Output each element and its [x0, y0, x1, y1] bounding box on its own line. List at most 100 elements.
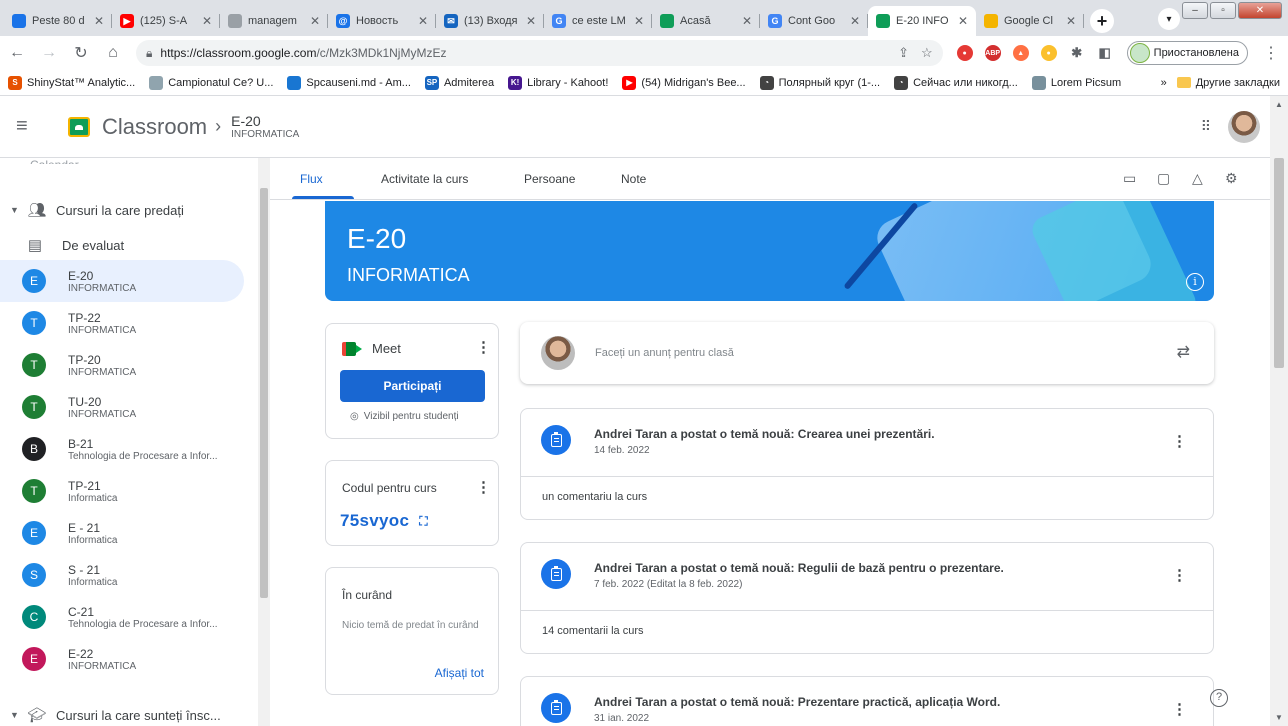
- browser-tab[interactable]: G Cont Goo ✕: [760, 6, 868, 36]
- back-icon[interactable]: ←: [8, 44, 26, 62]
- view-all-link[interactable]: Afișați tot: [435, 666, 484, 680]
- stream-post[interactable]: Andrei Taran a postat o temă nouă: Preze…: [520, 676, 1214, 726]
- main-menu-icon[interactable]: ≡: [16, 115, 40, 138]
- minimize-icon[interactable]: –: [1182, 2, 1208, 19]
- classroom-logo-icon[interactable]: [68, 116, 90, 137]
- extensions-puzzle-icon[interactable]: ✱: [1069, 45, 1085, 61]
- fullscreen-icon[interactable]: ⛶: [419, 514, 428, 529]
- browser-tab[interactable]: Peste 80 d ✕: [4, 6, 112, 36]
- tab-classwork[interactable]: Activitate la curs: [381, 172, 468, 186]
- google-apps-icon[interactable]: ⠿: [1201, 118, 1211, 135]
- sidebar-course-item[interactable]: SS - 21 Informatica: [0, 554, 244, 596]
- sidebar-course-item[interactable]: T TP-20 INFORMATICA: [0, 344, 244, 386]
- browser-tab[interactable]: managem ✕: [220, 6, 328, 36]
- more-options-icon[interactable]: ⋮: [476, 338, 491, 356]
- bookmark-item[interactable]: ◔ Сейчас или никогд...: [894, 75, 1018, 90]
- url-input[interactable]: 🔒︎ https://classroom.google.com/c/Mzk3MD…: [136, 40, 943, 66]
- sidebar-course-item[interactable]: E E-22 INFORMATICA: [0, 638, 244, 680]
- sidebar-item-to-review[interactable]: ▤ De evaluat: [0, 228, 244, 262]
- more-options-icon[interactable]: ⋮: [476, 478, 491, 496]
- bookmark-item[interactable]: SP Admiterea: [424, 75, 494, 90]
- browser-tab[interactable]: ✉ (13) Входя ✕: [436, 6, 544, 36]
- sidebar-section-teaching[interactable]: ▼ 👥︎ Cursuri la care predați: [0, 193, 244, 227]
- tab-close-icon[interactable]: ✕: [742, 14, 752, 28]
- tab-grades[interactable]: Note: [621, 172, 646, 186]
- class-comments-link[interactable]: 14 comentarii la curs: [542, 625, 644, 637]
- stream-post[interactable]: Andrei Taran a postat o temă nouă: Regul…: [520, 542, 1214, 654]
- page-scroll-thumb[interactable]: [1274, 158, 1284, 368]
- info-icon[interactable]: i: [1186, 273, 1204, 291]
- bookmark-item[interactable]: Spcauseni.md - Am...: [287, 75, 411, 90]
- scroll-down-icon[interactable]: ▼: [1275, 713, 1283, 722]
- page-scrollbar[interactable]: ▲ ▼: [1270, 96, 1288, 726]
- tab-close-icon[interactable]: ✕: [850, 14, 860, 28]
- browser-tab-active[interactable]: E-20 INFO ✕: [868, 6, 976, 36]
- join-meet-button[interactable]: Participați: [340, 370, 485, 402]
- tab-close-icon[interactable]: ✕: [418, 14, 428, 28]
- app-title[interactable]: Classroom: [102, 114, 207, 140]
- browser-tab[interactable]: ▶ (125) S-A ✕: [112, 6, 220, 36]
- sidebar-course-item[interactable]: T TU-20 INFORMATICA: [0, 386, 244, 428]
- sidebar-course-item[interactable]: B B-21 Tehnologia de Procesare a Infor...: [0, 428, 244, 470]
- browser-menu-icon[interactable]: ⋮: [1262, 43, 1280, 63]
- browser-tab[interactable]: Gce este LM ✕: [544, 6, 652, 36]
- home-icon[interactable]: ⌂: [104, 44, 122, 62]
- help-icon[interactable]: ?: [1210, 689, 1228, 707]
- tab-close-icon[interactable]: ✕: [958, 14, 968, 28]
- side-panel-icon[interactable]: ◧: [1097, 45, 1113, 61]
- scroll-up-icon[interactable]: ▲: [1275, 100, 1283, 109]
- window-close-icon[interactable]: ✕: [1238, 2, 1282, 19]
- new-tab-icon[interactable]: +: [1090, 9, 1114, 33]
- share-icon[interactable]: ⇪: [898, 45, 909, 61]
- extension-orange-icon[interactable]: ▲: [1012, 45, 1029, 61]
- forward-icon[interactable]: →: [40, 44, 58, 62]
- bookmark-item[interactable]: ◔ Полярный круг (1-...: [759, 75, 880, 90]
- repost-icon[interactable]: ⇄: [1177, 342, 1190, 362]
- browser-tab[interactable]: @ Новость ✕: [328, 6, 436, 36]
- tab-close-icon[interactable]: ✕: [310, 14, 320, 28]
- maximize-icon[interactable]: ▫: [1210, 2, 1236, 19]
- bookmark-item[interactable]: ▶ (54) Midrigan's Bee...: [622, 75, 746, 90]
- user-avatar[interactable]: [1228, 111, 1260, 143]
- sidebar-section-enrolled[interactable]: ▼ 🎓︎ Cursuri la care sunteți însc...: [0, 698, 244, 726]
- sidebar-course-item[interactable]: T TP-21 Informatica: [0, 470, 244, 512]
- tab-close-icon[interactable]: ✕: [634, 14, 644, 28]
- stream-post[interactable]: Andrei Taran a postat o temă nouă: Crear…: [520, 408, 1214, 520]
- drive-icon[interactable]: △: [1192, 170, 1203, 187]
- other-bookmarks-folder[interactable]: Другие закладки: [1176, 77, 1280, 89]
- sidebar-course-item[interactable]: EE - 21 Informatica: [0, 512, 244, 554]
- extension-red-icon[interactable]: ●: [956, 45, 973, 61]
- browser-tab[interactable]: Acasă ✕: [652, 6, 760, 36]
- video-camera-icon[interactable]: ▭: [1123, 170, 1136, 187]
- bookmark-star-icon[interactable]: ☆: [921, 45, 933, 61]
- tab-people[interactable]: Persoane: [524, 172, 575, 186]
- browser-tab[interactable]: Google Cl ✕: [976, 6, 1084, 36]
- tab-stream[interactable]: Flux: [300, 172, 323, 186]
- tab-close-icon[interactable]: ✕: [526, 14, 536, 28]
- calendar-icon[interactable]: ▢: [1157, 170, 1170, 187]
- settings-gear-icon[interactable]: ⚙: [1225, 170, 1238, 187]
- more-options-icon[interactable]: ⋮: [1172, 700, 1187, 718]
- breadcrumb-course[interactable]: E-20 INFORMATICA: [231, 113, 299, 140]
- adblock-plus-icon[interactable]: ABP: [984, 45, 1001, 61]
- sidebar-scrollbar[interactable]: [258, 158, 270, 726]
- sidebar-scroll-thumb[interactable]: [260, 188, 268, 598]
- more-bookmarks-button[interactable]: »: [1161, 77, 1167, 89]
- bookmark-item[interactable]: Lorem Picsum: [1031, 75, 1121, 90]
- class-comments-link[interactable]: un comentariu la curs: [542, 491, 647, 503]
- tab-close-icon[interactable]: ✕: [202, 14, 212, 28]
- tab-search-icon[interactable]: ▾: [1158, 8, 1180, 30]
- more-options-icon[interactable]: ⋮: [1172, 566, 1187, 584]
- profile-button[interactable]: Приостановлена: [1126, 41, 1248, 65]
- tab-close-icon[interactable]: ✕: [94, 14, 104, 28]
- bookmark-item[interactable]: K! Library - Kahoot!: [508, 75, 608, 90]
- bookmark-item[interactable]: S ShinyStat™ Analytic...: [8, 75, 135, 90]
- sidebar-course-item[interactable]: E E-20 INFORMATICA: [0, 260, 244, 302]
- sidebar-item-calendar[interactable]: Calendar: [30, 158, 79, 164]
- sidebar-course-item[interactable]: C C-21 Tehnologia de Procesare a Infor...: [0, 596, 244, 638]
- extension-yellow-icon[interactable]: ●: [1040, 45, 1057, 61]
- announcement-composer[interactable]: Faceți un anunț pentru clasă ⇄: [520, 322, 1214, 384]
- bookmark-item[interactable]: Campionatul Ce? U...: [149, 75, 273, 90]
- reload-icon[interactable]: ↻: [72, 43, 90, 63]
- more-options-icon[interactable]: ⋮: [1172, 432, 1187, 450]
